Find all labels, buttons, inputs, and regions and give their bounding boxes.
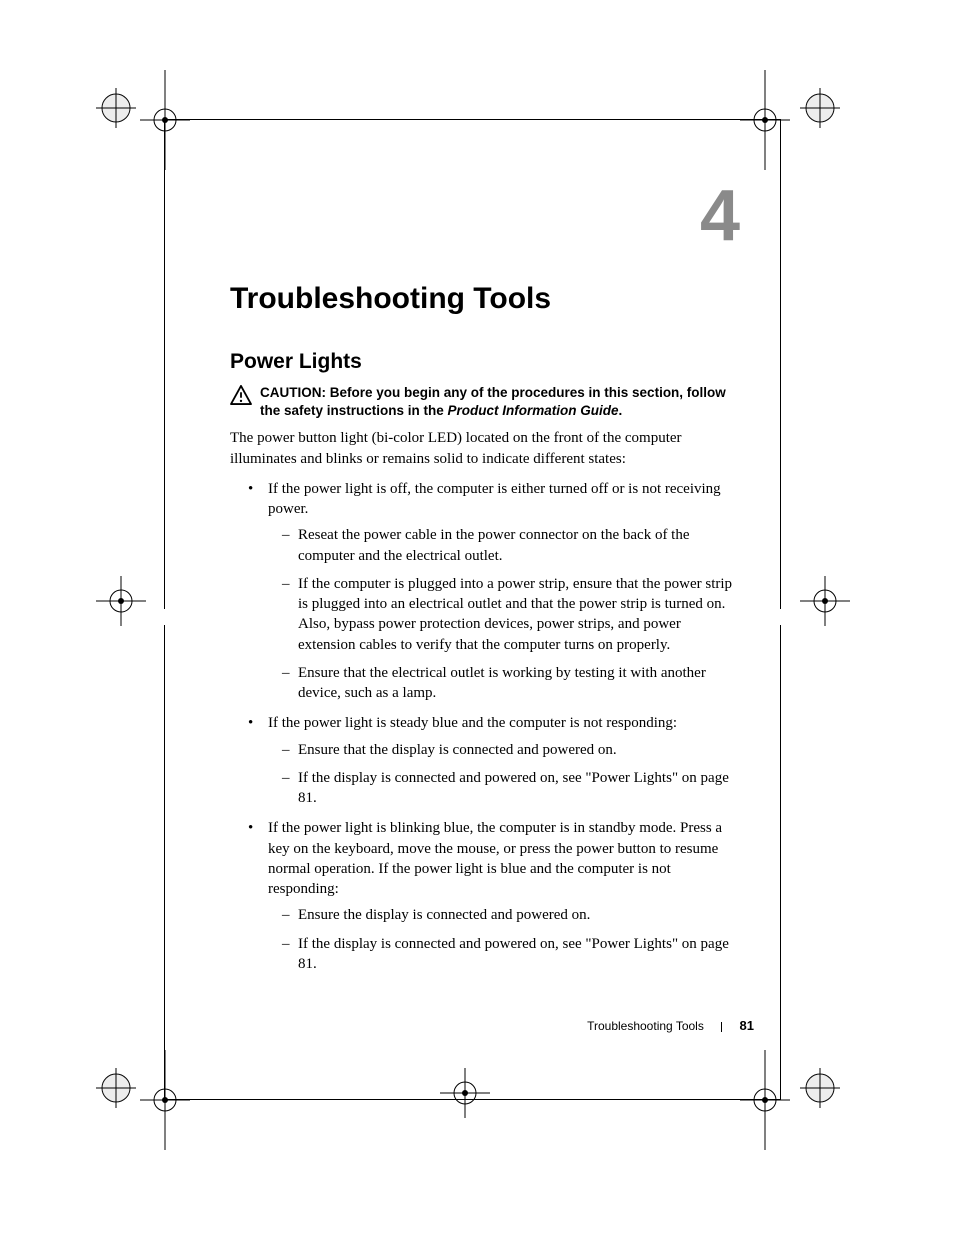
list-item: Ensure that the display is connected and… <box>268 740 740 760</box>
bullet-text: If the power light is steady blue and th… <box>268 715 677 731</box>
crop-rule <box>164 625 165 1100</box>
registration-mark-icon <box>96 576 146 626</box>
footer-section: Troubleshooting Tools <box>587 1019 704 1033</box>
registration-mark-icon <box>740 70 790 170</box>
sub-list: Reseat the power cable in the power conn… <box>268 525 740 703</box>
chapter-number: 4 <box>230 180 740 252</box>
crop-rule <box>780 625 781 1100</box>
registration-mark-icon <box>740 1050 790 1150</box>
caution-body-2: . <box>619 403 623 418</box>
crop-rule <box>164 119 165 609</box>
caution-text: CAUTION: Before you begin any of the pro… <box>260 384 740 420</box>
registration-mark-icon <box>440 1068 490 1118</box>
bullet-text: If the power light is off, the computer … <box>268 481 721 517</box>
list-item: If the power light is steady blue and th… <box>230 713 740 808</box>
list-item: Ensure that the electrical outlet is wor… <box>268 663 740 704</box>
registration-mark-icon <box>800 88 840 128</box>
list-item: Ensure the display is connected and powe… <box>268 905 740 925</box>
bullet-list: If the power light is off, the computer … <box>230 479 740 974</box>
caution-italic: Product Information Guide <box>448 403 619 418</box>
caution-label: CAUTION: <box>260 385 326 400</box>
intro-paragraph: The power button light (bi-color LED) lo… <box>230 428 740 469</box>
caution-block: CAUTION: Before you begin any of the pro… <box>230 384 740 420</box>
caution-icon <box>230 384 252 410</box>
list-item: If the computer is plugged into a power … <box>268 574 740 655</box>
crop-rule <box>164 119 780 120</box>
registration-mark-icon <box>800 576 850 626</box>
page-content: 4 Troubleshooting Tools Power Lights CAU… <box>230 180 740 984</box>
list-item: If the power light is blinking blue, the… <box>230 818 740 974</box>
sub-list: Ensure that the display is connected and… <box>268 740 740 809</box>
registration-mark-icon <box>800 1068 840 1108</box>
registration-mark-icon <box>140 1050 190 1150</box>
list-item: Reseat the power cable in the power conn… <box>268 525 740 566</box>
sub-list: Ensure the display is connected and powe… <box>268 905 740 974</box>
registration-mark-icon <box>140 70 190 170</box>
registration-mark-icon <box>96 88 136 128</box>
page-title: Troubleshooting Tools <box>230 282 740 316</box>
list-item: If the display is connected and powered … <box>268 768 740 809</box>
page-footer: Troubleshooting Tools 81 <box>587 1018 754 1033</box>
list-item: If the power light is off, the computer … <box>230 479 740 704</box>
list-item: If the display is connected and powered … <box>268 934 740 975</box>
footer-separator <box>721 1022 722 1032</box>
crop-rule <box>780 119 781 609</box>
registration-mark-icon <box>96 1068 136 1108</box>
section-heading: Power Lights <box>230 350 740 374</box>
crop-rule <box>164 1099 780 1100</box>
bullet-text: If the power light is blinking blue, the… <box>268 820 722 897</box>
page-number: 81 <box>740 1018 754 1033</box>
